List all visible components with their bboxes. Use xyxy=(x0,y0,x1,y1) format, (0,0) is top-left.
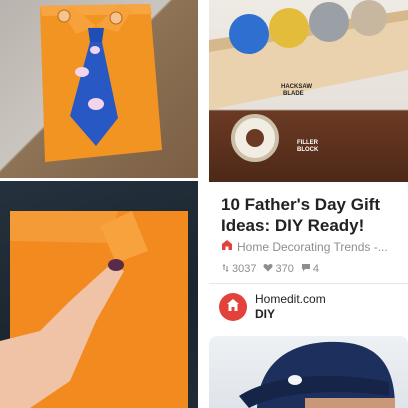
folding-card-illustration xyxy=(0,211,188,408)
pin-image-folding-card[interactable] xyxy=(0,181,198,408)
pin-info-card[interactable]: 10 Father's Day Gift Ideas: DIY Ready! H… xyxy=(209,182,408,332)
shirt-card-illustration xyxy=(40,4,162,162)
pin-divider xyxy=(209,283,408,284)
pin-source[interactable]: Home Decorating Trends -... xyxy=(221,239,406,255)
pin-board[interactable]: Homedit.com DIY xyxy=(219,290,326,324)
svg-text:FILLERBLOCK: FILLER BLOCK xyxy=(297,140,319,153)
board-site[interactable]: Homedit.com xyxy=(255,292,326,307)
repin-stat: 3037 xyxy=(221,263,256,276)
tape-rack-illustration: HACKSAW BLADE FILLER BLOCK xyxy=(209,0,408,162)
heart-icon xyxy=(263,263,273,275)
pin-image-cap[interactable] xyxy=(209,336,408,408)
pin-feed: HACKSAW BLADE FILLER BLOCK 10 Father's Day… xyxy=(0,0,408,408)
homedit-logo-icon xyxy=(225,297,241,318)
pin-image-tape-rack[interactable]: HACKSAW BLADE FILLER BLOCK xyxy=(209,0,408,182)
pin-stats: 3037 370 4 xyxy=(221,262,326,276)
comment-icon xyxy=(301,263,311,275)
comment-count: 4 xyxy=(312,263,319,275)
home-source-icon xyxy=(221,238,233,256)
board-name[interactable]: DIY xyxy=(255,307,326,322)
board-text: Homedit.com DIY xyxy=(255,292,326,322)
svg-text:HACKSAWBLADE: HACKSAW BLADE xyxy=(281,84,312,97)
comment-stat: 4 xyxy=(301,263,319,275)
like-count: 370 xyxy=(275,263,294,275)
like-stat: 370 xyxy=(263,263,294,275)
cap-illustration xyxy=(239,341,395,408)
repin-icon xyxy=(221,263,230,276)
avatar[interactable] xyxy=(219,293,247,321)
repin-count: 3037 xyxy=(232,263,257,275)
pin-title[interactable]: 10 Father's Day Gift Ideas: DIY Ready! xyxy=(221,194,406,236)
pin-image-shirt-card[interactable] xyxy=(0,0,198,178)
pin-source-text: Home Decorating Trends -... xyxy=(237,240,388,254)
